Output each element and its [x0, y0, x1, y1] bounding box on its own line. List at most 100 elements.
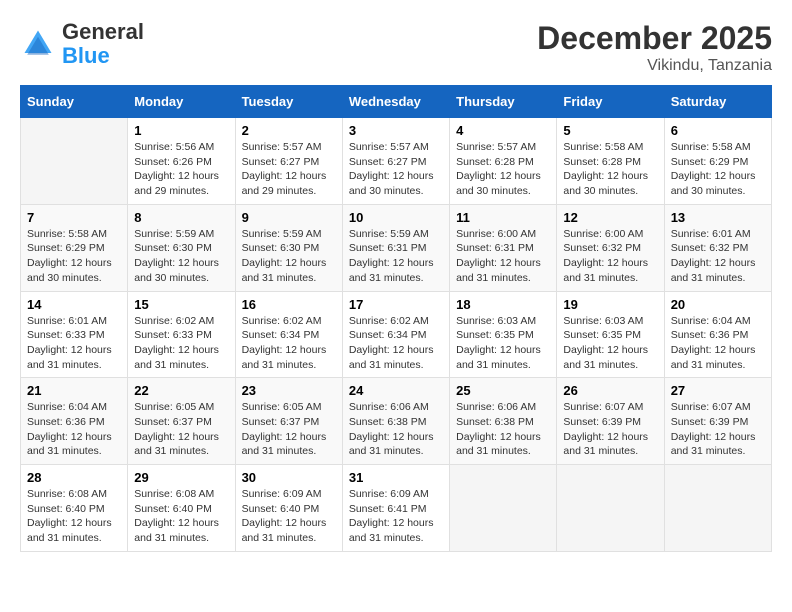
table-row: 24 Sunrise: 6:06 AMSunset: 6:38 PMDayligh…: [342, 378, 449, 465]
day-number: 1: [134, 123, 228, 138]
day-info: Sunrise: 6:02 AMSunset: 6:34 PMDaylight:…: [242, 314, 336, 373]
header-sunday: Sunday: [21, 86, 128, 118]
table-row: 16 Sunrise: 6:02 AMSunset: 6:34 PMDayligh…: [235, 291, 342, 378]
day-info: Sunrise: 6:08 AMSunset: 6:40 PMDaylight:…: [27, 487, 121, 546]
calendar-table: Sunday Monday Tuesday Wednesday Thursday…: [20, 85, 772, 552]
table-row: 25 Sunrise: 6:06 AMSunset: 6:38 PMDayligh…: [450, 378, 557, 465]
day-info: Sunrise: 6:09 AMSunset: 6:40 PMDaylight:…: [242, 487, 336, 546]
logo-icon: [20, 26, 56, 62]
day-number: 4: [456, 123, 550, 138]
table-row: 4 Sunrise: 5:57 AMSunset: 6:28 PMDaylight…: [450, 118, 557, 205]
day-info: Sunrise: 5:57 AMSunset: 6:27 PMDaylight:…: [349, 140, 443, 199]
day-number: 12: [563, 210, 657, 225]
calendar-header-row: Sunday Monday Tuesday Wednesday Thursday…: [21, 86, 772, 118]
table-row: 26 Sunrise: 6:07 AMSunset: 6:39 PMDayligh…: [557, 378, 664, 465]
table-row: 2 Sunrise: 5:57 AMSunset: 6:27 PMDaylight…: [235, 118, 342, 205]
day-number: 20: [671, 297, 765, 312]
day-number: 30: [242, 470, 336, 485]
table-row: 21 Sunrise: 6:04 AMSunset: 6:36 PMDayligh…: [21, 378, 128, 465]
table-row: 27Sunrise: 6:07 AMSunset: 6:39 PMDayligh…: [664, 378, 771, 465]
day-number: 6: [671, 123, 765, 138]
table-row: 15 Sunrise: 6:02 AMSunset: 6:33 PMDayligh…: [128, 291, 235, 378]
day-info: Sunrise: 5:59 AMSunset: 6:31 PMDaylight:…: [349, 227, 443, 286]
header-thursday: Thursday: [450, 86, 557, 118]
table-row: 23Sunrise: 6:05 AMSunset: 6:37 PMDayligh…: [235, 378, 342, 465]
table-row: 6 Sunrise: 5:58 AMSunset: 6:29 PMDaylight…: [664, 118, 771, 205]
day-info: Sunrise: 6:05 AMSunset: 6:37 PMDaylight:…: [134, 400, 228, 459]
header-friday: Friday: [557, 86, 664, 118]
day-number: 24: [349, 383, 443, 398]
calendar-week-row: 14Sunrise: 6:01 AMSunset: 6:33 PMDayligh…: [21, 291, 772, 378]
table-row: 5Sunrise: 5:58 AMSunset: 6:28 PMDaylight…: [557, 118, 664, 205]
calendar-week-row: 7 Sunrise: 5:58 AMSunset: 6:29 PMDaylight…: [21, 204, 772, 291]
table-row: 13Sunrise: 6:01 AMSunset: 6:32 PMDayligh…: [664, 204, 771, 291]
header-monday: Monday: [128, 86, 235, 118]
day-info: Sunrise: 6:04 AMSunset: 6:36 PMDaylight:…: [671, 314, 765, 373]
day-info: Sunrise: 5:56 AMSunset: 6:26 PMDaylight:…: [134, 140, 228, 199]
table-row: 7 Sunrise: 5:58 AMSunset: 6:29 PMDaylight…: [21, 204, 128, 291]
day-number: 26: [563, 383, 657, 398]
table-row: 12 Sunrise: 6:00 AMSunset: 6:32 PMDayligh…: [557, 204, 664, 291]
day-number: 16: [242, 297, 336, 312]
day-number: 28: [27, 470, 121, 485]
day-number: 11: [456, 210, 550, 225]
day-number: 21: [27, 383, 121, 398]
day-info: Sunrise: 6:06 AMSunset: 6:38 PMDaylight:…: [456, 400, 550, 459]
table-row: 11 Sunrise: 6:00 AMSunset: 6:31 PMDayligh…: [450, 204, 557, 291]
day-number: 5: [563, 123, 657, 138]
table-row: 28 Sunrise: 6:08 AMSunset: 6:40 PMDayligh…: [21, 465, 128, 552]
table-row: [21, 118, 128, 205]
table-row: 20 Sunrise: 6:04 AMSunset: 6:36 PMDayligh…: [664, 291, 771, 378]
logo-blue-text: Blue: [62, 43, 110, 68]
header-wednesday: Wednesday: [342, 86, 449, 118]
day-number: 25: [456, 383, 550, 398]
day-info: Sunrise: 6:00 AMSunset: 6:32 PMDaylight:…: [563, 227, 657, 286]
day-info: Sunrise: 6:01 AMSunset: 6:33 PMDaylight:…: [27, 314, 121, 373]
day-number: 7: [27, 210, 121, 225]
table-row: 14Sunrise: 6:01 AMSunset: 6:33 PMDayligh…: [21, 291, 128, 378]
table-row: [557, 465, 664, 552]
logo-general-text: General: [62, 19, 144, 44]
table-row: 19 Sunrise: 6:03 AMSunset: 6:35 PMDayligh…: [557, 291, 664, 378]
day-info: Sunrise: 5:59 AMSunset: 6:30 PMDaylight:…: [242, 227, 336, 286]
calendar-week-row: 21 Sunrise: 6:04 AMSunset: 6:36 PMDayligh…: [21, 378, 772, 465]
day-info: Sunrise: 5:59 AMSunset: 6:30 PMDaylight:…: [134, 227, 228, 286]
day-number: 15: [134, 297, 228, 312]
day-info: Sunrise: 6:02 AMSunset: 6:34 PMDaylight:…: [349, 314, 443, 373]
day-number: 2: [242, 123, 336, 138]
day-info: Sunrise: 6:03 AMSunset: 6:35 PMDaylight:…: [563, 314, 657, 373]
day-number: 3: [349, 123, 443, 138]
table-row: 8Sunrise: 5:59 AMSunset: 6:30 PMDaylight…: [128, 204, 235, 291]
day-info: Sunrise: 6:02 AMSunset: 6:33 PMDaylight:…: [134, 314, 228, 373]
table-row: 10 Sunrise: 5:59 AMSunset: 6:31 PMDayligh…: [342, 204, 449, 291]
logo: General Blue: [20, 20, 144, 68]
location-subtitle: Vikindu, Tanzania: [537, 57, 772, 75]
day-info: Sunrise: 6:03 AMSunset: 6:35 PMDaylight:…: [456, 314, 550, 373]
day-info: Sunrise: 5:58 AMSunset: 6:29 PMDaylight:…: [671, 140, 765, 199]
table-row: 18Sunrise: 6:03 AMSunset: 6:35 PMDayligh…: [450, 291, 557, 378]
title-block: December 2025 Vikindu, Tanzania: [537, 20, 772, 75]
page-header: General Blue December 2025 Vikindu, Tanz…: [20, 20, 772, 75]
header-saturday: Saturday: [664, 86, 771, 118]
day-info: Sunrise: 6:04 AMSunset: 6:36 PMDaylight:…: [27, 400, 121, 459]
header-tuesday: Tuesday: [235, 86, 342, 118]
day-info: Sunrise: 6:06 AMSunset: 6:38 PMDaylight:…: [349, 400, 443, 459]
day-info: Sunrise: 6:00 AMSunset: 6:31 PMDaylight:…: [456, 227, 550, 286]
table-row: 3 Sunrise: 5:57 AMSunset: 6:27 PMDaylight…: [342, 118, 449, 205]
table-row: [450, 465, 557, 552]
day-info: Sunrise: 5:57 AMSunset: 6:28 PMDaylight:…: [456, 140, 550, 199]
day-number: 10: [349, 210, 443, 225]
table-row: 30 Sunrise: 6:09 AMSunset: 6:40 PMDayligh…: [235, 465, 342, 552]
day-info: Sunrise: 6:09 AMSunset: 6:41 PMDaylight:…: [349, 487, 443, 546]
table-row: 9Sunrise: 5:59 AMSunset: 6:30 PMDaylight…: [235, 204, 342, 291]
day-info: Sunrise: 5:58 AMSunset: 6:29 PMDaylight:…: [27, 227, 121, 286]
day-number: 19: [563, 297, 657, 312]
day-info: Sunrise: 6:07 AMSunset: 6:39 PMDaylight:…: [563, 400, 657, 459]
table-row: 1 Sunrise: 5:56 AMSunset: 6:26 PMDaylight…: [128, 118, 235, 205]
day-info: Sunrise: 6:01 AMSunset: 6:32 PMDaylight:…: [671, 227, 765, 286]
day-number: 23: [242, 383, 336, 398]
table-row: 17Sunrise: 6:02 AMSunset: 6:34 PMDayligh…: [342, 291, 449, 378]
day-number: 29: [134, 470, 228, 485]
month-year-title: December 2025: [537, 20, 772, 57]
day-info: Sunrise: 5:57 AMSunset: 6:27 PMDaylight:…: [242, 140, 336, 199]
